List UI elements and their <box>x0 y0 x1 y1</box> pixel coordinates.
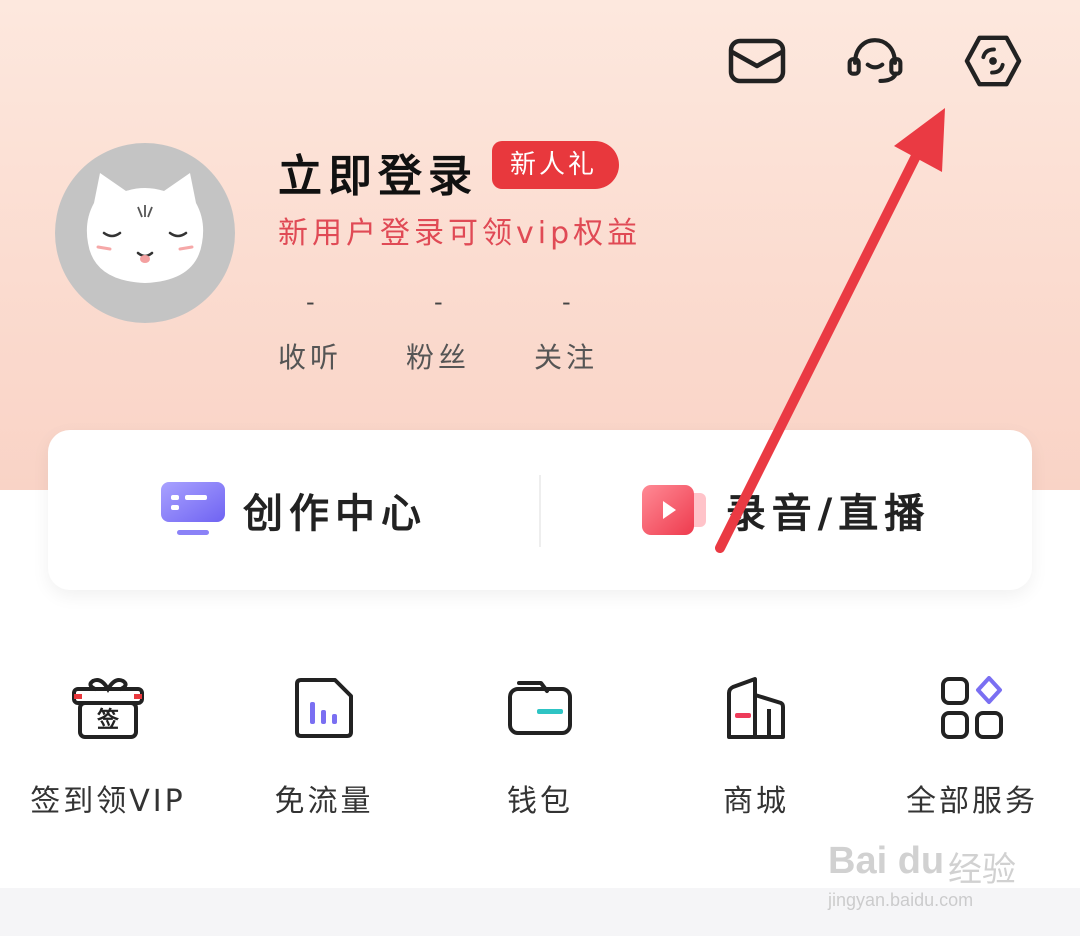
record-live-label: 录音/直播 <box>725 491 931 537</box>
stat-label: 粉丝 <box>406 341 471 374</box>
service-label: 签到领VIP <box>30 784 186 819</box>
services-row: 签 签到领VIP 免流量 钱包 商城 全部服务 <box>0 668 1080 820</box>
watermark-text: 经验 <box>948 850 1016 890</box>
stat-label: 关注 <box>534 341 599 374</box>
creator-center-icon <box>161 482 225 535</box>
baidu-jingyan-watermark: Bai du 经验 jingyan.baidu.com <box>828 818 1048 918</box>
creator-card: 创作中心 录音/直播 <box>48 430 1032 590</box>
all-services-icon <box>932 668 1012 748</box>
creator-center-button[interactable]: 创作中心 <box>48 430 540 590</box>
service-mall[interactable]: 商城 <box>648 668 864 820</box>
data-free-icon <box>284 668 364 748</box>
cat-avatar-icon <box>86 173 204 283</box>
service-label: 商城 <box>723 784 789 819</box>
stat-following[interactable]: - 关注 <box>534 288 662 376</box>
avatar[interactable] <box>55 143 235 323</box>
watermark-url: jingyan.baidu.com <box>828 890 974 910</box>
service-label: 免流量 <box>274 784 374 819</box>
service-label: 钱包 <box>507 784 573 819</box>
login-title[interactable]: 立即登录 <box>278 140 478 204</box>
gift-sign-glyph: 签 <box>96 707 120 733</box>
baidu-logo: Bai du <box>828 840 945 882</box>
service-label: 全部服务 <box>906 784 1038 819</box>
creator-center-label: 创作中心 <box>243 491 427 537</box>
stat-value: - <box>562 288 571 316</box>
stat-listen[interactable]: - 收听 <box>278 288 406 376</box>
stat-value: - <box>306 288 315 316</box>
service-all[interactable]: 全部服务 <box>864 668 1080 820</box>
service-wallet[interactable]: 钱包 <box>432 668 648 820</box>
scan-icon[interactable] <box>964 30 1022 92</box>
gift-sign-icon: 签 <box>68 668 148 748</box>
record-live-button[interactable]: 录音/直播 <box>540 430 1032 590</box>
stat-value: - <box>434 288 443 316</box>
service-data-free[interactable]: 免流量 <box>216 668 432 820</box>
profile-stats: - 收听 - 粉丝 - 关注 <box>278 288 662 376</box>
login-subtitle: 新用户登录可领vip权益 <box>278 216 642 251</box>
mall-icon <box>716 668 796 748</box>
customer-service-icon[interactable] <box>846 30 904 92</box>
top-toolbar <box>728 30 1022 92</box>
stat-label: 收听 <box>278 341 343 374</box>
mail-icon[interactable] <box>728 30 786 92</box>
record-live-icon <box>641 485 706 535</box>
new-user-gift-badge[interactable]: 新人礼 <box>492 141 620 189</box>
service-sign-in-vip[interactable]: 签 签到领VIP <box>0 668 216 820</box>
wallet-icon <box>500 668 580 748</box>
stat-fans[interactable]: - 粉丝 <box>406 288 534 376</box>
